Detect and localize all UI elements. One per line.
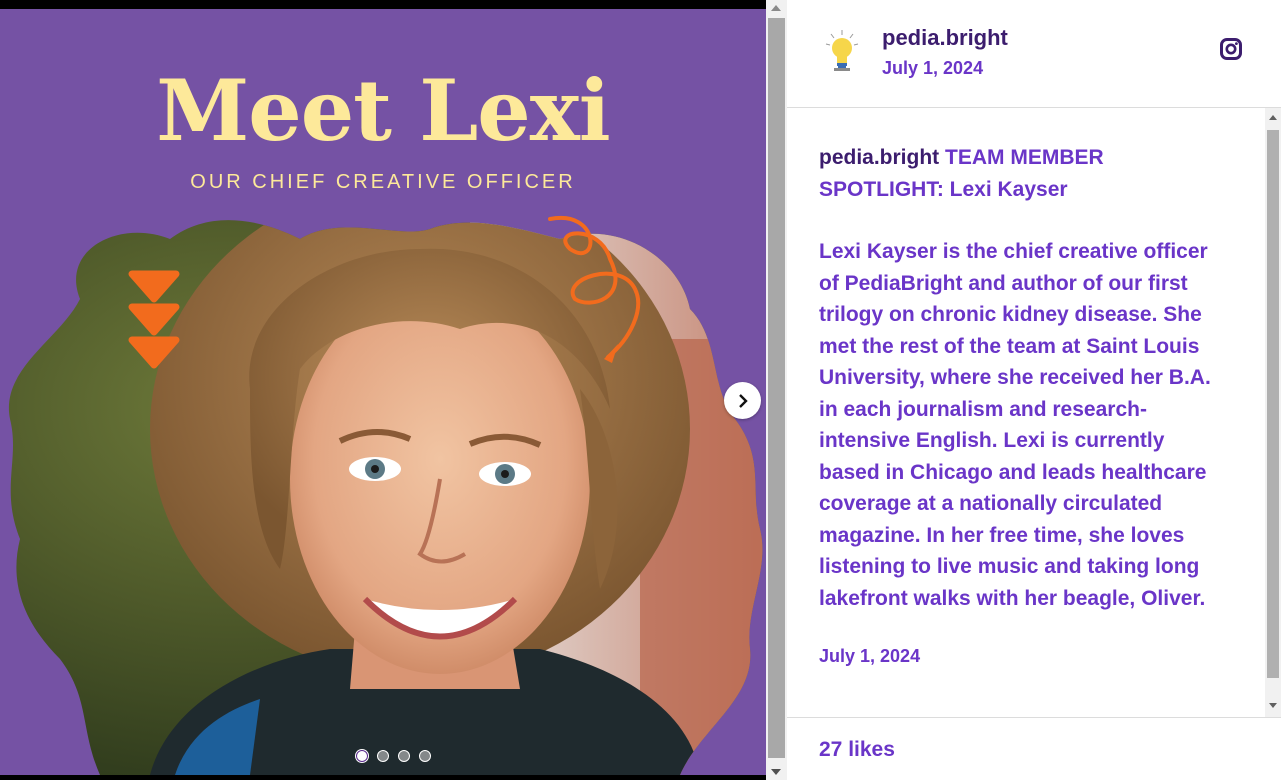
post-date: July 1, 2024: [882, 58, 984, 78]
post-username[interactable]: pedia.bright: [882, 25, 1008, 51]
carousel-dot[interactable]: [356, 750, 368, 762]
post-header: pedia.bright July 1, 2024: [787, 0, 1281, 108]
scroll-up-arrow-icon[interactable]: [771, 5, 781, 11]
carousel-dot[interactable]: [377, 750, 389, 762]
lightbulb-icon[interactable]: [823, 28, 861, 74]
post-caption: pedia.bright TEAM MEMBER SPOTLIGHT: Lexi…: [819, 142, 1229, 614]
scroll-down-arrow-icon[interactable]: [1269, 703, 1277, 708]
scroll-down-arrow-icon[interactable]: [771, 769, 781, 775]
page-scrollbar[interactable]: [766, 0, 787, 780]
instagram-icon[interactable]: [1220, 38, 1242, 60]
caption-area: pedia.bright TEAM MEMBER SPOTLIGHT: Lexi…: [787, 108, 1281, 717]
carousel-slide: Meet Lexi OUR CHIEF CREATIVE OFFICER: [0, 9, 766, 775]
scrollbar-thumb[interactable]: [768, 18, 785, 758]
caption-scrollbar[interactable]: [1265, 108, 1281, 717]
scrollbar-thumb[interactable]: [1267, 130, 1279, 678]
carousel-indicators: [356, 750, 431, 762]
carousel-dot[interactable]: [419, 750, 431, 762]
caption-username[interactable]: pedia.bright: [819, 146, 939, 169]
carousel-dot[interactable]: [398, 750, 410, 762]
slide-title: Meet Lexi: [156, 61, 610, 160]
likes-count[interactable]: 27 likes: [819, 738, 895, 762]
scroll-up-arrow-icon[interactable]: [1269, 115, 1277, 120]
post-panel: pedia.bright July 1, 2024 pedia.bright T…: [787, 0, 1281, 780]
next-slide-button[interactable]: [724, 382, 761, 419]
caption-body: Lexi Kayser is the chief creative office…: [819, 240, 1211, 610]
media-panel: Meet Lexi OUR CHIEF CREATIVE OFFICER: [0, 0, 766, 780]
caption-date: July 1, 2024: [819, 646, 921, 666]
slide-subtitle: OUR CHIEF CREATIVE OFFICER: [190, 171, 576, 193]
chevron-right-icon: [738, 393, 748, 408]
post-footer: 27 likes: [787, 717, 1281, 780]
